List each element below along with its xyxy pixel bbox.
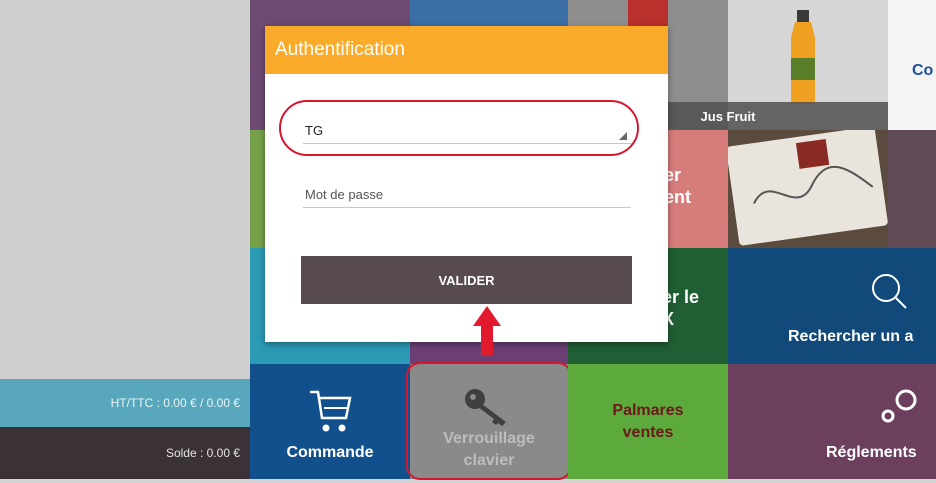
auth-dialog-header: Authentification — [265, 26, 668, 74]
left-panel — [0, 0, 250, 379]
tile-dark-right[interactable] — [888, 130, 936, 248]
tile-search[interactable]: Rechercher un a — [728, 248, 936, 364]
tile-salmon-line1: er — [664, 165, 682, 185]
tile-search-label: Rechercher un a — [788, 328, 914, 345]
red-up-arrow-annotation — [473, 306, 501, 356]
tile-wine[interactable] — [728, 130, 888, 248]
password-field[interactable] — [303, 182, 631, 208]
commande-label: Commande — [286, 444, 374, 461]
valider-button[interactable]: VALIDER — [301, 256, 632, 304]
commande-button[interactable]: Commande — [250, 364, 410, 479]
juice-bottle-image — [791, 10, 815, 104]
solde-label: Solde : 0.00 € — [165, 446, 240, 460]
tile-salmon-label: er ent — [664, 164, 691, 208]
palmares-line1: Palmares — [612, 402, 684, 419]
palmares-ventes-button[interactable]: Palmares ventes — [568, 364, 728, 479]
search-icon — [872, 274, 907, 309]
palmares-line2: ventes — [622, 424, 674, 441]
annotation-ellipse-verrouillage — [406, 362, 572, 480]
cart-icon — [310, 390, 352, 432]
wine-label-graphic — [753, 138, 874, 204]
total-label: HT/TTC : 0.00 € / 0.00 € — [110, 396, 240, 410]
gears-icon — [881, 389, 917, 423]
tile-salmon-line2: ent — [664, 187, 691, 207]
auth-dialog: Authentification TG VALIDER — [265, 26, 668, 342]
solde-bar: Solde : 0.00 € — [0, 427, 250, 479]
annotation-ellipse-user-select — [279, 100, 639, 156]
tile-co-label: Co — [912, 62, 934, 79]
auth-dialog-title: Authentification — [275, 39, 405, 60]
wine-label-image — [728, 130, 888, 246]
reglements-button[interactable]: Réglements — [728, 364, 936, 479]
total-ht-ttc: HT/TTC : 0.00 € / 0.00 € — [0, 379, 250, 427]
reglements-label: Réglements — [826, 444, 917, 461]
palmares-label: Palmares ventes — [568, 400, 728, 444]
